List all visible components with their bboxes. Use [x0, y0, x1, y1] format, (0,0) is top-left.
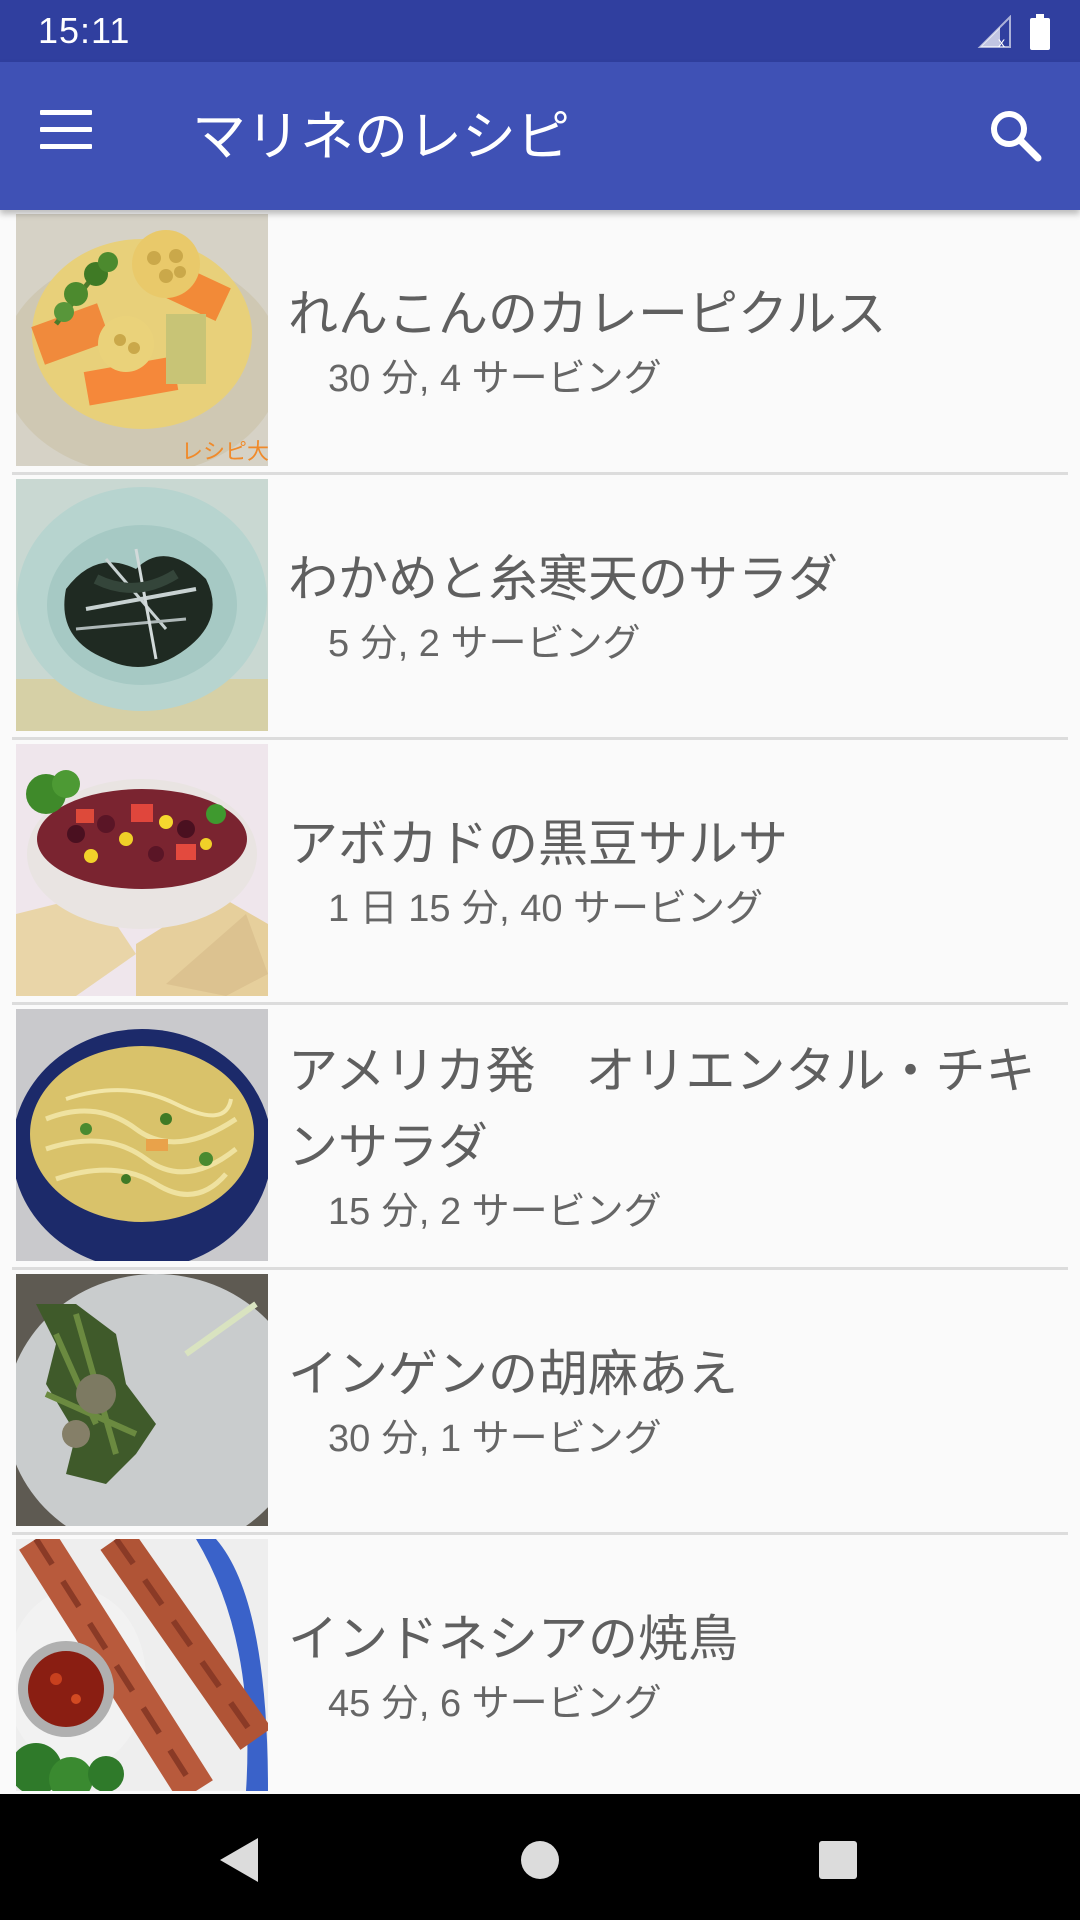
recipe-meta: 30 分, 4 サービング — [328, 358, 662, 400]
recipe-meta: 45 分, 6 サービング — [328, 1683, 662, 1725]
recipe-text: アボカドの黒豆サルサ 1 日 15 分, 40 サービング — [288, 740, 1048, 1002]
navigation-bar — [0, 1794, 1080, 1920]
home-button[interactable] — [510, 1830, 570, 1890]
status-icons: x — [976, 12, 1050, 52]
recipe-title: わかめと糸寒天のサラダ — [288, 550, 838, 608]
bean-salsa-photo — [16, 744, 268, 996]
recipe-list: レシピ大 れんこんのカレーピクルス 30 分, 4 サービング わかめと糸寒天の… — [0, 210, 1080, 1800]
green-beans-photo — [16, 1274, 268, 1526]
list-item[interactable]: インドネシアの焼鳥 45 分, 6 サービング — [12, 1535, 1068, 1800]
recipe-text: アメリカ発 オリエンタル・チキンサラダ 15 分, 2 サービング — [288, 1005, 1048, 1267]
search-button[interactable] — [986, 106, 1046, 166]
recipe-meta: 30 分, 1 サービング — [328, 1418, 662, 1460]
wakame-salad-photo — [16, 479, 268, 731]
list-item[interactable]: わかめと糸寒天のサラダ 5 分, 2 サービング — [12, 475, 1068, 740]
search-icon — [991, 111, 1042, 162]
page-title: マリネのレシピ — [192, 105, 570, 168]
recipe-text: れんこんのカレーピクルス 30 分, 4 サービング — [288, 210, 1048, 472]
recipe-text: インゲンの胡麻あえ 30 分, 1 サービング — [288, 1270, 1048, 1532]
recipe-title: インゲンの胡麻あえ — [288, 1345, 738, 1403]
recipe-meta: 5 分, 2 サービング — [328, 623, 641, 665]
recipe-text: わかめと糸寒天のサラダ 5 分, 2 サービング — [288, 475, 1048, 737]
list-item[interactable]: アボカドの黒豆サルサ 1 日 15 分, 40 サービング — [12, 740, 1068, 1005]
status-bar: 15:11 x — [0, 0, 1080, 62]
home-icon — [521, 1841, 559, 1879]
chicken-skewers-photo — [16, 1539, 268, 1791]
list-item[interactable]: インゲンの胡麻あえ 30 分, 1 サービング — [12, 1270, 1068, 1535]
recipe-text: インドネシアの焼鳥 45 分, 6 サービング — [288, 1535, 1048, 1797]
battery-icon — [1030, 14, 1050, 50]
status-time: 15:11 — [38, 10, 131, 51]
thumbnail-watermark: レシピ大 — [181, 440, 268, 465]
recipe-title: れんこんのカレーピクルス — [288, 285, 887, 343]
recipe-title: インドネシアの焼鳥 — [288, 1610, 738, 1668]
noodle-salad-photo — [16, 1009, 268, 1261]
recipe-title: アメリカ発 オリエンタル・チキンサラダ — [288, 1042, 1036, 1176]
recipe-meta: 1 日 15 分, 40 サービング — [328, 888, 764, 930]
recipe-title: アボカドの黒豆サルサ — [288, 815, 788, 873]
menu-button[interactable] — [40, 110, 100, 162]
list-item[interactable]: レシピ大 れんこんのカレーピクルス 30 分, 4 サービング — [12, 210, 1068, 475]
menu-icon — [40, 110, 100, 149]
recents-button[interactable] — [808, 1830, 868, 1890]
back-button[interactable] — [210, 1830, 270, 1890]
list-item[interactable]: アメリカ発 オリエンタル・チキンサラダ 15 分, 2 サービング — [12, 1005, 1068, 1270]
recents-icon — [819, 1841, 857, 1879]
back-icon — [220, 1838, 258, 1882]
recipe-meta: 15 分, 2 サービング — [328, 1191, 662, 1233]
lotus-pickles-photo: レシピ大 — [16, 214, 268, 466]
app-bar: マリネのレシピ — [0, 62, 1080, 210]
signal-icon: x — [977, 15, 1011, 49]
svg-text:x: x — [998, 34, 1005, 49]
